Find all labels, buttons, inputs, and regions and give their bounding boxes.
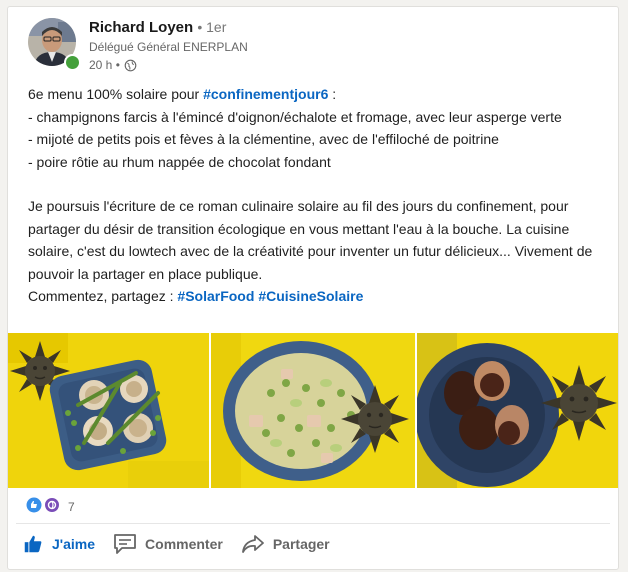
reaction-count: 7 — [68, 499, 75, 514]
cta-text: Commentez, partagez : — [28, 288, 178, 304]
menu-item-3: - poire rôtie au rhum nappée de chocolat… — [28, 153, 331, 170]
reaction-summary[interactable]: 7 — [26, 497, 75, 516]
post-photos — [8, 333, 618, 488]
post-paragraph: Je poursuis l'écriture de ce roman culin… — [28, 198, 593, 282]
post-intro: 6e menu 100% solaire pour #confinementjo… — [28, 83, 608, 106]
share-button[interactable]: Partager — [241, 533, 330, 555]
hashtag-confinementjour6[interactable]: #confinementjour6 — [203, 86, 328, 102]
author-name[interactable]: Richard Loyen — [89, 19, 193, 36]
comment-button[interactable]: Commenter — [113, 533, 223, 555]
menu-item-1: - champignons farcis à l'émincé d'oignon… — [28, 108, 562, 125]
author-headline: Délégué Général ENERPLAN — [89, 40, 248, 54]
comment-icon — [114, 534, 136, 554]
celebrate-reaction-icon — [44, 497, 62, 516]
like-button[interactable]: J'aime — [22, 533, 95, 555]
divider — [16, 523, 610, 524]
online-status-icon — [64, 54, 81, 71]
post-meta: 20 h • — [89, 58, 137, 72]
share-label: Partager — [272, 536, 330, 552]
hashtag-solarfood[interactable]: #SolarFood — [177, 288, 254, 304]
photo-stuffed-mushrooms[interactable] — [8, 333, 210, 488]
action-bar: J'aime Commenter Partager — [22, 533, 348, 555]
author-line: Richard Loyen • 1er — [89, 19, 226, 36]
intro-end: : — [328, 86, 337, 102]
like-label: J'aime — [52, 536, 96, 552]
connection-degree: • 1er — [197, 19, 227, 35]
post-time: 20 h • — [89, 58, 120, 72]
comment-label: Commenter — [145, 536, 223, 552]
menu-item-2: - mijoté de petits pois et fèves à la cl… — [28, 131, 499, 147]
hashtag-cuisinesolaire[interactable]: #CuisineSolaire — [258, 288, 363, 304]
post-card: Richard Loyen • 1er Délégué Général ENER… — [7, 6, 619, 570]
intro-text: 6e menu 100% solaire pour — [28, 86, 204, 102]
post-body: 6e menu 100% solaire pour #confinementjo… — [28, 83, 608, 308]
globe-icon — [124, 59, 137, 72]
like-reaction-icon — [26, 497, 44, 516]
post-cta: Commentez, partagez : #SolarFood #Cuisin… — [28, 285, 608, 308]
share-icon — [241, 535, 264, 553]
photo-peas-stew[interactable] — [211, 333, 415, 488]
thumbs-up-icon — [24, 535, 42, 553]
photo-roasted-pears[interactable] — [416, 333, 618, 488]
